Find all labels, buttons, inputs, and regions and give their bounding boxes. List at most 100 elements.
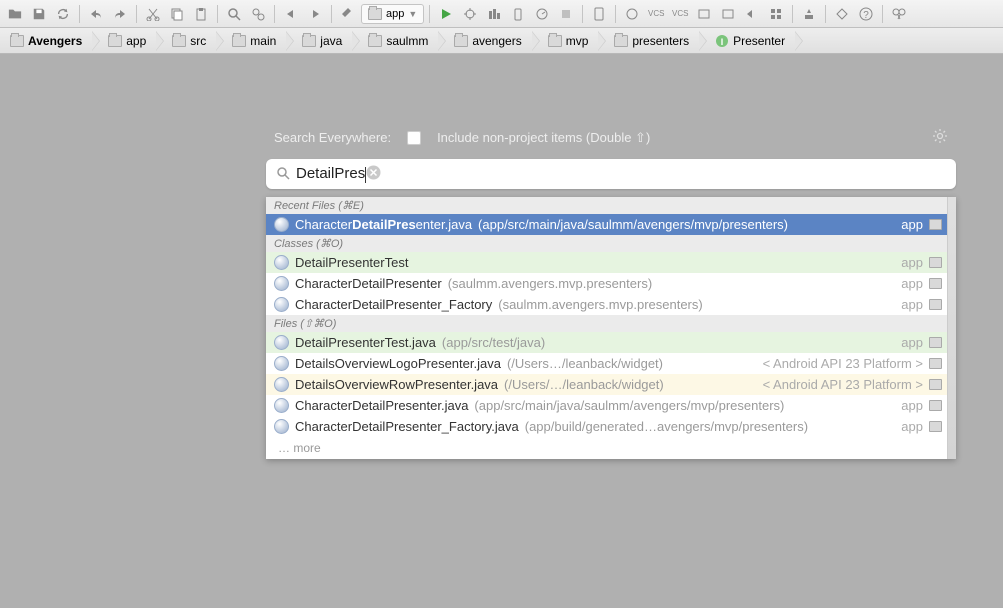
breadcrumb-item[interactable]: mvp [542,32,599,50]
open-icon[interactable] [4,3,26,25]
svg-text:I: I [721,37,724,47]
debug-icon[interactable] [459,3,481,25]
avd-icon[interactable] [588,3,610,25]
module-icon [929,299,942,310]
breadcrumb-item[interactable]: Avengers [4,32,92,50]
file-icon [274,255,289,270]
file-icon [274,335,289,350]
paste-icon[interactable] [190,3,212,25]
breadcrumb-item[interactable]: avengers [448,32,531,50]
structure-icon[interactable] [765,3,787,25]
result-row[interactable]: CharacterDetailPresenter_Factory.java (a… [266,416,956,437]
find-icon[interactable] [223,3,245,25]
vcs-revert-icon[interactable] [741,3,763,25]
result-name: CharacterDetailPresenter.java [295,217,472,232]
result-path: (app/build/generated…avengers/mvp/presen… [525,419,808,434]
vcs-history-icon[interactable] [693,3,715,25]
theme-icon[interactable] [831,3,853,25]
clear-icon[interactable] [366,165,381,183]
vcs-push-icon[interactable] [717,3,739,25]
result-row[interactable]: CharacterDetailPresenter.java (app/src/m… [266,395,956,416]
redo-icon[interactable] [109,3,131,25]
breadcrumb-item[interactable]: presenters [608,32,699,50]
undo-icon[interactable] [85,3,107,25]
copy-icon[interactable] [166,3,188,25]
result-row[interactable]: DetailPresenterTest app [266,252,956,273]
breadcrumb-item[interactable]: main [226,32,286,50]
run-icon[interactable] [435,3,457,25]
folder-icon [614,35,628,47]
result-module: app [901,398,923,413]
gradle-sync-icon[interactable] [621,3,643,25]
section-classes: Classes (⌘O) [266,235,956,252]
include-nonproject-checkbox[interactable] [407,131,421,145]
search-input-container[interactable]: DetailPres [266,159,956,189]
folder-icon [232,35,246,47]
sync-icon[interactable] [52,3,74,25]
replace-icon[interactable] [247,3,269,25]
module-icon [929,421,942,432]
breadcrumb-label: app [126,34,146,48]
folder-icon [108,35,122,47]
result-row[interactable]: CharacterDetailPresenter_Factory (saulmm… [266,294,956,315]
attach-icon[interactable] [507,3,529,25]
vcs-update-icon[interactable]: VCS [645,3,667,25]
save-icon[interactable] [28,3,50,25]
module-icon [929,337,942,348]
result-row[interactable]: DetailsOverviewRowPresenter.java (/Users… [266,374,956,395]
breadcrumb-label: main [250,34,276,48]
result-path: (saulmm.avengers.mvp.presenters) [448,276,652,291]
run-config-combo[interactable]: app ▼ [361,4,424,24]
file-icon [274,377,289,392]
breadcrumb-item[interactable]: app [102,32,156,50]
help-icon[interactable]: ? [855,3,877,25]
run-config-label: app [386,8,404,20]
module-icon [929,278,942,289]
result-module: app [901,276,923,291]
coverage-icon[interactable] [483,3,505,25]
result-row[interactable]: CharacterDetailPresenter (saulmm.avenger… [266,273,956,294]
file-icon [274,398,289,413]
search-icon [276,166,290,183]
result-name: DetailsOverviewRowPresenter.java [295,377,498,392]
folder-icon [548,35,562,47]
folder-icon [172,35,186,47]
forward-icon[interactable] [304,3,326,25]
result-path: (/Users…/leanback/widget) [507,356,663,371]
chevron-down-icon: ▼ [408,9,417,19]
cut-icon[interactable] [142,3,164,25]
search-input[interactable]: DetailPres [296,165,366,182]
file-icon [274,217,289,232]
find-action-icon[interactable] [888,3,910,25]
breadcrumb-item[interactable]: IPresenter [709,32,795,50]
more-link[interactable]: … more [266,437,956,459]
folder-icon [454,35,468,47]
result-row[interactable]: DetailPresenterTest.java (app/src/test/j… [266,332,956,353]
toolbar-separator [331,5,332,23]
breadcrumb-label: saulmm [386,34,428,48]
vcs-commit-icon[interactable]: VCS [669,3,691,25]
breadcrumb-item[interactable]: java [296,32,352,50]
result-row[interactable]: CharacterDetailPresenter.java (app/src/m… [266,214,956,235]
folder-icon [368,35,382,47]
breadcrumb-item[interactable]: src [166,32,216,50]
search-title: Search Everywhere: [274,130,391,145]
toolbar-separator [792,5,793,23]
module-icon [929,219,942,230]
result-row[interactable]: DetailsOverviewLogoPresenter.java (/User… [266,353,956,374]
back-icon[interactable] [280,3,302,25]
file-icon [274,297,289,312]
section-recent-files: Recent Files (⌘E) [266,197,956,214]
result-path: (app/src/test/java) [442,335,545,350]
result-name: CharacterDetailPresenter [295,276,442,291]
interface-icon: I [715,34,729,48]
sdk-manager-icon[interactable] [798,3,820,25]
breadcrumb-item[interactable]: saulmm [362,32,438,50]
profile-icon[interactable] [531,3,553,25]
settings-gear-icon[interactable] [932,128,948,147]
svg-text:?: ? [864,10,870,21]
file-icon [274,419,289,434]
module-icon [929,257,942,268]
build-icon[interactable] [337,3,359,25]
stop-icon[interactable] [555,3,577,25]
